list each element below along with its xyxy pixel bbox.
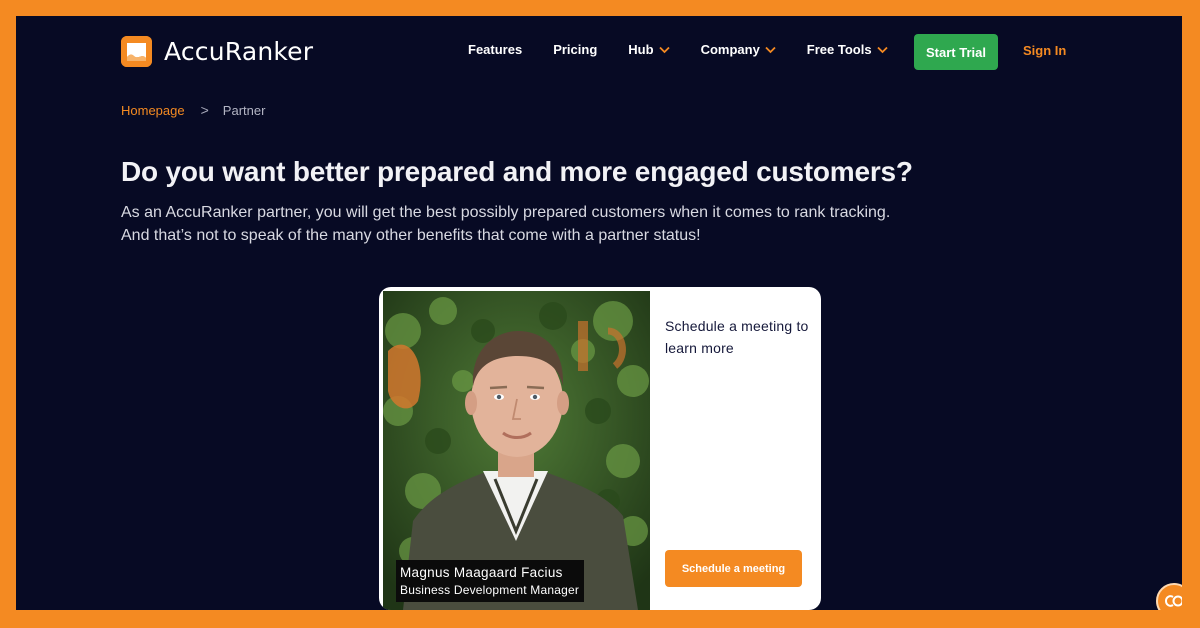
breadcrumb-home-link[interactable]: Homepage bbox=[121, 103, 185, 118]
breadcrumb-separator: > bbox=[200, 102, 209, 118]
nav-company-label: Company bbox=[700, 42, 760, 57]
breadcrumb-current: Partner bbox=[222, 102, 266, 118]
hero-description: As an AccuRanker partner, you will get t… bbox=[121, 204, 891, 244]
sign-in-link[interactable]: Sign In bbox=[1023, 43, 1066, 58]
nav-free-tools[interactable]: Free Tools bbox=[807, 42, 888, 57]
nav-features[interactable]: Features bbox=[468, 42, 522, 57]
person-role: Business Development Manager bbox=[400, 583, 580, 597]
chat-icon bbox=[1164, 595, 1182, 607]
nav-features-label: Features bbox=[468, 42, 523, 57]
start-trial-button[interactable]: Start Trial bbox=[914, 34, 998, 70]
main-nav: Features Pricing Hub Company Free Tools bbox=[468, 42, 919, 57]
chevron-down-icon bbox=[765, 46, 776, 53]
logo-icon bbox=[121, 36, 152, 67]
nav-hub-label: Hub bbox=[628, 42, 654, 57]
person-caption: Magnus Maagaard Facius Business Developm… bbox=[396, 560, 585, 602]
accuranker-logo[interactable]: AccuRanker bbox=[121, 36, 313, 67]
person-name: Magnus Maagaard Facius bbox=[400, 565, 563, 580]
chevron-down-icon bbox=[658, 46, 670, 53]
logo-text: AccuRanker bbox=[164, 37, 314, 66]
chat-bubble-icon[interactable] bbox=[1156, 583, 1182, 610]
meeting-card: Magnus Maagaard Facius Business Developm… bbox=[379, 287, 821, 610]
page-title: Do you want better prepared and more eng… bbox=[121, 156, 913, 187]
breadcrumb: Homepage > Partner bbox=[121, 102, 265, 118]
page-frame: AccuRanker Features Pricing Hub Company … bbox=[16, 16, 1182, 610]
nav-pricing[interactable]: Pricing bbox=[553, 42, 597, 57]
nav-hub[interactable]: Hub bbox=[628, 42, 670, 57]
nav-pricing-label: Pricing bbox=[553, 42, 598, 57]
person-photo: Magnus Maagaard Facius Business Developm… bbox=[383, 291, 650, 610]
nav-free-tools-label: Free Tools bbox=[806, 42, 872, 57]
schedule-meeting-button[interactable]: Schedule a meeting bbox=[665, 550, 802, 587]
chevron-down-icon bbox=[876, 46, 888, 53]
meeting-prompt: Schedule a meeting to learn more bbox=[665, 318, 809, 356]
nav-company[interactable]: Company bbox=[701, 42, 776, 57]
